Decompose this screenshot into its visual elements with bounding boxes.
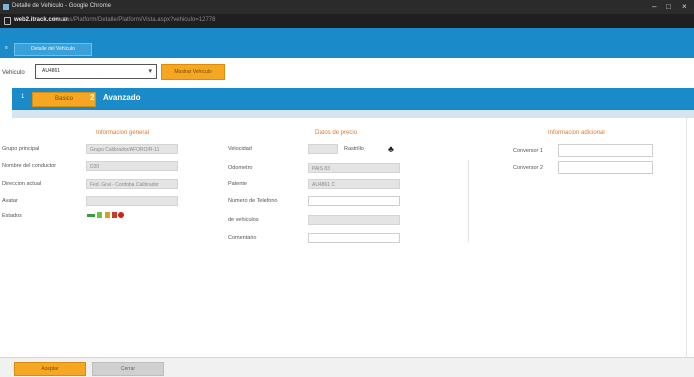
minimize-icon[interactable]: – bbox=[652, 2, 656, 11]
panel-border bbox=[686, 118, 687, 358]
menu-icon[interactable]: ≡ bbox=[5, 45, 8, 51]
accept-button[interactable]: Aceptar bbox=[14, 362, 86, 376]
alert-icon bbox=[118, 212, 124, 218]
field-label: Conversor 1 bbox=[513, 148, 543, 154]
vehicle-icon[interactable]: ♣ bbox=[388, 144, 394, 154]
field-label: Odometro bbox=[228, 165, 253, 171]
field-label: Patente bbox=[228, 181, 247, 187]
comment-field[interactable] bbox=[308, 233, 400, 243]
field-label: Direccion actual bbox=[2, 181, 42, 187]
speed-field[interactable] bbox=[308, 144, 338, 154]
field-label: Estados bbox=[2, 213, 22, 219]
odometer-field[interactable]: PAIS 83 bbox=[308, 163, 400, 173]
close-icon[interactable]: × bbox=[682, 2, 687, 11]
page-header: ≡ Detalle del Vehiculo bbox=[0, 28, 694, 58]
chevron-down-icon: ▾ bbox=[148, 68, 152, 75]
window-title: Detalle de Vehiculo - Google Chrome bbox=[12, 3, 112, 9]
converter-1-field[interactable] bbox=[558, 144, 653, 157]
field-label: Conversor 2 bbox=[513, 165, 543, 171]
driver-name-field[interactable]: D20 bbox=[86, 161, 178, 171]
device-info-title: Datos de precio bbox=[315, 130, 358, 136]
truck-icon bbox=[87, 214, 95, 217]
tab-basic[interactable]: Basico bbox=[32, 92, 96, 107]
field-label: Grupo principal bbox=[2, 146, 40, 152]
general-info-title: Informacion general bbox=[96, 130, 150, 136]
step-bar: 1 Basico 2 Avanzado bbox=[12, 88, 694, 110]
close-button[interactable]: Cerrar bbox=[92, 362, 164, 376]
field-label: Comentario bbox=[228, 235, 257, 241]
vehicle-label: Vehiculo bbox=[2, 70, 25, 76]
vehicle-select-value: AU4861 bbox=[42, 68, 61, 74]
field-label: de vehiculos bbox=[228, 217, 259, 223]
url-path: /ventas/Platform/Detalle/Platform/Vista.… bbox=[53, 17, 216, 23]
main-group-field[interactable]: Grupo Calibrador/AFORO/R-11 bbox=[86, 144, 178, 154]
step-2-number: 2 bbox=[90, 93, 95, 102]
address-bar[interactable]: web2.itrack.com.ar /ventas/Platform/Deta… bbox=[0, 14, 694, 28]
lock-icon bbox=[4, 17, 11, 25]
field-label: Nombre del conductor bbox=[2, 163, 57, 169]
step-1-number: 1 bbox=[21, 94, 25, 100]
field-label: Velocidad bbox=[228, 146, 252, 152]
section-divider bbox=[468, 160, 469, 242]
vehicle-select[interactable]: AU4861 ▾ bbox=[35, 64, 157, 79]
show-vehicle-button[interactable]: Mostrar Vehiculo bbox=[161, 64, 225, 80]
panel-header bbox=[12, 110, 694, 118]
additional-info-title: Informacion adicional bbox=[548, 130, 605, 136]
tab-vehicle-detail[interactable]: Detalle del Vehiculo bbox=[14, 43, 92, 56]
vehicles-field[interactable] bbox=[308, 215, 400, 225]
plate-field[interactable]: AU4861 C bbox=[308, 179, 400, 189]
key-icon bbox=[105, 212, 110, 218]
converter-2-field[interactable] bbox=[558, 161, 653, 174]
speed-extra: Rastrillo bbox=[344, 146, 364, 152]
tab-advanced[interactable]: Avanzado bbox=[103, 93, 141, 102]
field-label: Numero de Telefono bbox=[228, 198, 278, 204]
app-icon bbox=[3, 4, 9, 10]
battery-icon bbox=[97, 212, 102, 218]
avatar-field[interactable] bbox=[86, 196, 178, 206]
window-title-bar: Detalle de Vehiculo - Google Chrome – □ … bbox=[0, 0, 694, 14]
phone-number-field[interactable] bbox=[308, 196, 400, 206]
pin-icon bbox=[112, 212, 117, 218]
maximize-icon[interactable]: □ bbox=[666, 2, 671, 11]
current-address-field[interactable]: Fed. Gral - Cordoba Calibrador bbox=[86, 179, 178, 189]
field-label: Avatar bbox=[2, 198, 18, 204]
